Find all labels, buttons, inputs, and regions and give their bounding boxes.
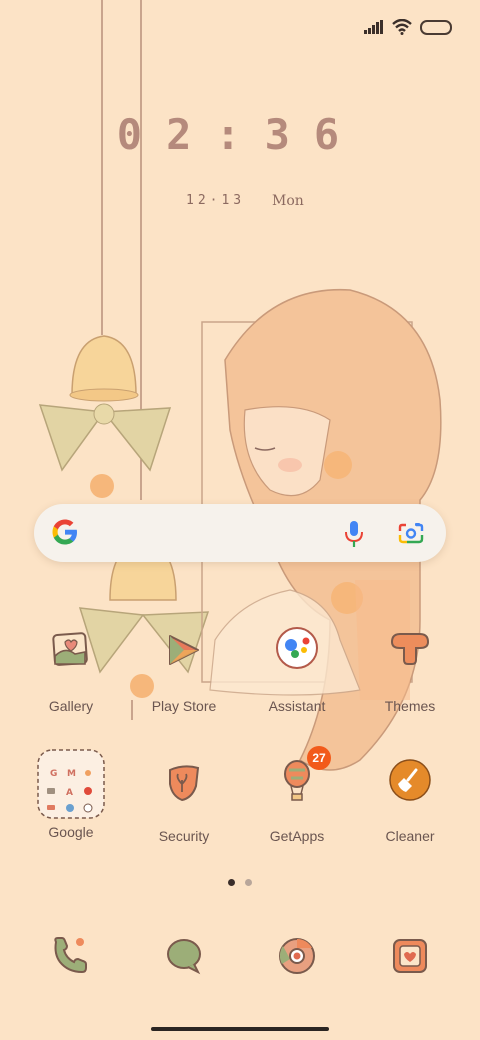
gallery-icon [41,626,101,686]
chrome-icon [279,938,315,974]
app-themes[interactable]: Themes [355,626,465,714]
dock-chrome[interactable] [267,926,327,986]
phone-icon [54,937,87,974]
app-google-folder[interactable]: G M A Google [16,748,126,840]
page-dot[interactable] [245,879,252,886]
google-lens-icon[interactable] [398,521,424,545]
cleaner-icon [380,756,440,816]
wifi-icon [392,19,412,35]
play-store-icon [154,626,214,686]
app-getapps[interactable]: 27 GetApps [242,746,352,844]
app-gallery[interactable]: Gallery [16,626,126,714]
app-label: Themes [384,698,436,714]
app-play-store[interactable]: Play Store [129,626,239,714]
themes-icon [380,626,440,686]
app-assistant[interactable]: Assistant [242,626,352,714]
microphone-icon[interactable] [344,520,364,548]
svg-text:A: A [66,788,73,798]
status-bar [364,16,452,38]
dock-messages[interactable] [154,926,214,986]
gesture-navigation-handle[interactable] [151,1027,329,1031]
battery-icon [420,19,452,35]
camera-icon [393,939,427,973]
page-dot-active[interactable] [228,879,235,886]
app-label: Security [158,828,210,844]
app-label: Play Store [151,698,217,714]
dock-phone[interactable] [40,926,100,986]
google-folder-icon: G M A [36,748,106,820]
clock-day: Mon [272,193,304,209]
app-security[interactable]: Security [129,756,239,844]
assistant-icon [267,626,327,686]
dock-camera[interactable] [380,926,440,986]
clock-date[interactable]: 12·13 [186,193,245,208]
security-icon [154,756,214,816]
getapps-icon: 27 [267,746,331,816]
notification-badge: 27 [307,746,331,770]
app-label: GetApps [269,828,325,844]
app-cleaner[interactable]: Cleaner [355,756,465,844]
messages-icon [167,939,201,975]
clock-time[interactable]: 02:36 [0,110,480,159]
google-g-icon [52,519,77,545]
svg-text:M: M [67,769,76,779]
app-label: Assistant [268,698,326,714]
signal-bars-icon [364,20,383,34]
app-label: Cleaner [385,828,435,844]
app-label: Google [48,824,94,840]
google-search-bar[interactable] [34,504,446,562]
svg-text:G: G [50,769,57,779]
app-label: Gallery [48,698,94,714]
